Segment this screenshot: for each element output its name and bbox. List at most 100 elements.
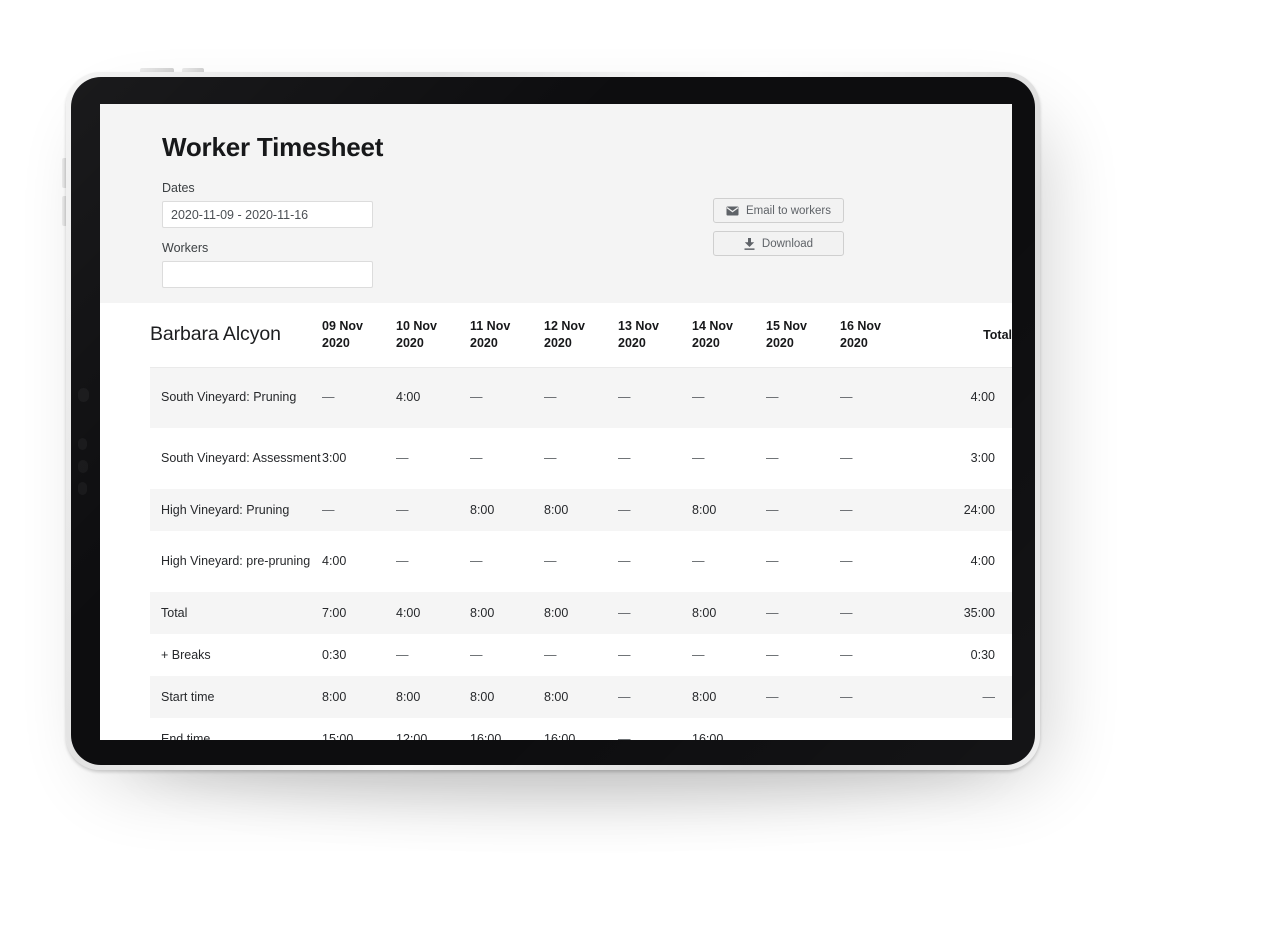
date-column-header-8: 16 Nov 2020 (840, 303, 914, 368)
action-button-group: Email to workers Download (713, 198, 844, 256)
tablet-screen: Worker Timesheet Dates Workers Email to … (100, 104, 1012, 740)
date-column-year: 2020 (618, 335, 646, 350)
email-to-workers-label: Email to workers (746, 204, 831, 217)
hours-cell: — (766, 592, 840, 634)
row-total-cell: 24:00 (914, 489, 1012, 531)
table-row: High Vineyard: pre-pruning 4:00 — — — — — — — 4:0… (150, 531, 1012, 592)
hours-cell: — (840, 367, 914, 428)
filters-panel: Worker Timesheet Dates Workers Email to … (100, 104, 1012, 303)
hours-cell: 8:00 (470, 592, 544, 634)
date-column-year: 2020 (470, 335, 498, 350)
hours-cell: — (470, 647, 483, 662)
date-column-header-5: 13 Nov 2020 (618, 303, 692, 368)
hours-cell: 8:00 (544, 489, 618, 531)
date-column-day: 10 Nov (396, 318, 437, 333)
table-row: South Vineyard: Assessment 3:00— — — — — — —3:0… (150, 428, 1012, 489)
table-row: + Breaks 0:30 — — — — — — — 0:30 (150, 634, 1012, 676)
table-body: South Vineyard: Pruning —4:00— — — — — —4:00 So… (150, 367, 1012, 740)
row-label: High Vineyard: pre-pruning (161, 554, 311, 569)
date-column-header-7: 15 Nov 2020 (766, 303, 840, 368)
row-total-cell: 4:00 (914, 367, 1012, 428)
row-total-cell: 3:00 (970, 451, 995, 466)
date-column-header-6: 14 Nov 2020 (692, 303, 766, 368)
envelope-icon (726, 206, 739, 216)
date-column-header-2: 10 Nov 2020 (396, 303, 470, 368)
hours-cell: 0:30 (322, 647, 347, 662)
hours-cell: — (766, 676, 840, 718)
hours-cell: — (766, 367, 840, 428)
workers-input[interactable] (162, 261, 373, 288)
hours-cell: — (396, 554, 409, 569)
table-row: Total 7:00 4:00 8:00 8:00—8:00— —35:00 (150, 592, 1012, 634)
page-title: Worker Timesheet (162, 132, 384, 162)
hours-cell: — (766, 451, 779, 466)
field-spacer (100, 228, 1012, 241)
hours-cell: — (840, 554, 853, 569)
hours-cell (840, 718, 914, 740)
row-label: End time (161, 731, 211, 740)
table-head: Barbara Alcyon 09 Nov 2020 10 Nov 2020 11 No… (150, 303, 1012, 368)
total-column-header: Total (914, 303, 1012, 368)
bezel-reflection-b (78, 438, 87, 450)
hours-cell: — (544, 647, 557, 662)
hours-cell: — (544, 554, 557, 569)
hours-cell: — (840, 451, 853, 466)
download-button[interactable]: Download (713, 231, 844, 256)
hours-cell: 4:00 (322, 554, 347, 569)
hours-cell: — (692, 451, 705, 466)
hours-cell: — (840, 647, 853, 662)
download-arrow-icon (744, 237, 755, 250)
date-column-day: 09 Nov (322, 318, 363, 333)
table-header-row: Barbara Alcyon 09 Nov 2020 10 Nov 2020 11 No… (150, 303, 1012, 368)
hours-cell: — (618, 592, 692, 634)
hours-cell: — (322, 367, 396, 428)
hours-cell: — (766, 489, 840, 531)
hours-cell: — (692, 367, 766, 428)
row-label: + Breaks (161, 647, 211, 662)
row-label: South Vineyard: Assessment (161, 451, 321, 466)
date-column-year: 2020 (692, 335, 720, 350)
row-total-cell: — (914, 676, 1012, 718)
row-label: Start time (150, 676, 322, 718)
hours-cell: 8:00 (692, 592, 766, 634)
hours-cell: 8:00 (692, 489, 766, 531)
hours-cell: — (544, 367, 618, 428)
hours-cell: 4:00 (396, 592, 470, 634)
hours-cell: 16:00 (692, 731, 724, 740)
dates-input[interactable] (162, 201, 373, 228)
date-column-day: 11 Nov (470, 318, 511, 333)
hours-cell: — (618, 731, 631, 740)
hours-cell: 16:00 (470, 731, 502, 740)
hours-cell: 8:00 (544, 592, 618, 634)
date-column-year: 2020 (766, 335, 794, 350)
date-column-day: 16 Nov (840, 318, 881, 333)
table-row: Start time 8:00 8:00 8:00 8:00—8:00— — — (150, 676, 1012, 718)
row-total-cell: 0:30 (970, 647, 995, 662)
hours-cell: — (618, 647, 631, 662)
hours-cell: 8:00 (470, 489, 544, 531)
hours-cell: — (618, 489, 692, 531)
table-row: End time 15:00 12:00 16:00 16:00 — 16:00 (150, 718, 1012, 740)
hours-cell: — (396, 451, 409, 466)
hours-cell: — (618, 554, 631, 569)
date-column-header-4: 12 Nov 2020 (544, 303, 618, 368)
hours-cell: 3:00 (322, 451, 347, 466)
hours-cell (766, 718, 840, 740)
hours-cell: — (692, 647, 705, 662)
hours-cell: 4:00 (396, 367, 470, 428)
row-label: Total (150, 592, 322, 634)
hours-cell: — (840, 592, 914, 634)
table-row: South Vineyard: Pruning —4:00— — — — — —4:00 (150, 367, 1012, 428)
hours-cell: — (840, 489, 914, 531)
email-to-workers-button[interactable]: Email to workers (713, 198, 844, 223)
date-column-day: 14 Nov (692, 318, 733, 333)
hours-cell: — (396, 647, 409, 662)
hours-cell: — (618, 451, 631, 466)
date-column-year: 2020 (396, 335, 424, 350)
worker-name-header: Barbara Alcyon (150, 303, 322, 368)
bezel-reflection-d (78, 482, 87, 495)
date-column-day: 12 Nov (544, 318, 585, 333)
hours-cell: — (766, 647, 779, 662)
row-label: High Vineyard: Pruning (150, 489, 322, 531)
row-total-cell: 35:00 (914, 592, 1012, 634)
